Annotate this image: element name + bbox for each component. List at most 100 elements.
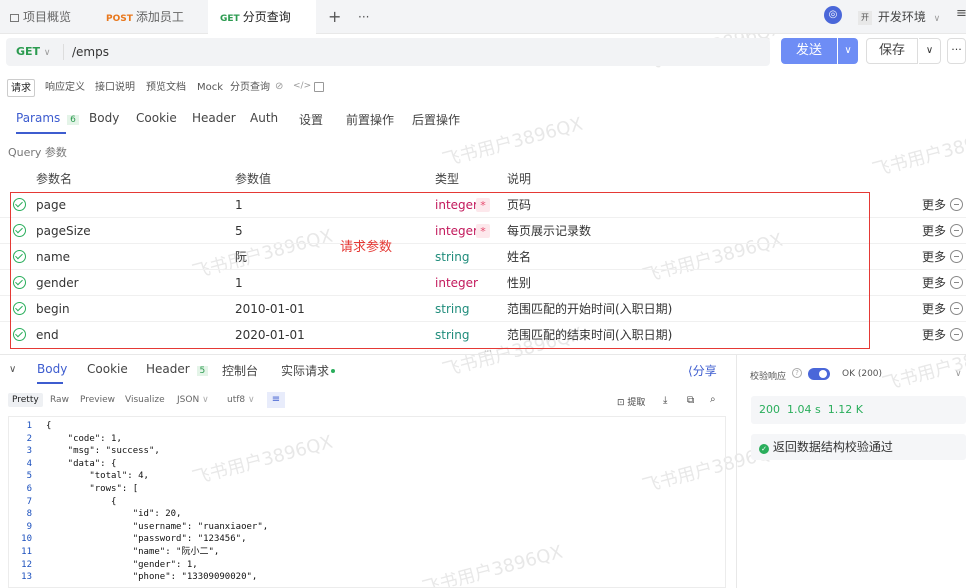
send-button[interactable]: 发送: [781, 38, 837, 64]
method-select[interactable]: GET ∨: [16, 38, 50, 67]
format-select[interactable]: JSON ∨: [177, 395, 209, 405]
download-icon[interactable]: ⤓: [663, 395, 667, 406]
share-button[interactable]: ⟨分享: [688, 362, 717, 379]
save-options-chevron-icon[interactable]: ∨: [919, 38, 941, 64]
extract-label: 提取: [627, 398, 646, 408]
response-time: 1.04 s: [787, 403, 821, 416]
tab-label: 添加员工: [135, 10, 184, 24]
env-label: 开发环境: [877, 10, 926, 24]
line-number: 9: [26, 521, 32, 532]
divider: [63, 44, 64, 60]
line-number: 2: [26, 433, 32, 444]
tab-post-processors[interactable]: 后置操作: [412, 111, 460, 133]
add-tab-icon[interactable]: +: [328, 0, 341, 34]
chevron-down-icon: ∨: [43, 48, 51, 58]
subtab-mock[interactable]: Mock: [194, 79, 226, 97]
tab-add-employee[interactable]: POST 添加员工: [106, 0, 184, 34]
line-number: 4: [26, 458, 32, 469]
panel-icon[interactable]: [314, 82, 324, 92]
format-raw[interactable]: Raw: [50, 395, 69, 405]
code-line: "msg": "success",: [46, 446, 160, 457]
tab-label: 分页查询: [242, 10, 291, 24]
more-link[interactable]: 更多: [922, 218, 946, 244]
more-link[interactable]: 更多: [922, 192, 946, 218]
tab-cookie[interactable]: Cookie: [136, 111, 177, 133]
watermark: 飞书用户3896QX: [440, 113, 585, 172]
code-line: "name": "阮小二",: [46, 546, 220, 557]
send-options-chevron-icon[interactable]: ∨: [838, 38, 858, 64]
link-icon[interactable]: ⊘: [275, 81, 283, 92]
tab-pre-processors[interactable]: 前置操作: [346, 111, 394, 133]
remove-circle-icon[interactable]: [950, 302, 963, 315]
line-number: 6: [26, 483, 32, 494]
copy-icon[interactable]: ⧉: [687, 395, 694, 406]
format-visualize[interactable]: Visualize: [125, 395, 165, 405]
response-tab-console[interactable]: 控制台: [222, 362, 258, 384]
line-number: 10: [21, 534, 32, 545]
tab-settings[interactable]: 设置: [299, 111, 323, 133]
chevron-down-icon[interactable]: ∨: [955, 369, 962, 379]
encoding-select[interactable]: utf8 ∨: [227, 395, 255, 405]
response-tab-body[interactable]: Body: [37, 362, 67, 384]
line-number: 12: [21, 559, 32, 570]
tab-body[interactable]: Body: [89, 111, 119, 133]
annotation-label: 请求参数: [340, 240, 393, 255]
line-number: 11: [21, 546, 32, 557]
remove-circle-icon[interactable]: [950, 328, 963, 341]
url-input[interactable]: /emps: [72, 38, 752, 66]
share-label: 分享: [692, 364, 717, 378]
response-stats: 200 1.04 s 1.12 K: [751, 396, 966, 424]
code-icon[interactable]: </>: [293, 81, 311, 91]
response-size: 1.12 K: [827, 403, 863, 416]
remove-circle-icon[interactable]: [950, 250, 963, 263]
more-options-icon[interactable]: ···: [947, 38, 966, 64]
active-tab-underline: [37, 382, 63, 384]
response-tab-cookie[interactable]: Cookie: [87, 362, 128, 384]
subtab-request[interactable]: 请求: [7, 79, 35, 97]
format-preview[interactable]: Preview: [80, 395, 115, 405]
success-check-icon: ✓: [759, 444, 769, 454]
menu-icon[interactable]: ≡: [956, 6, 966, 21]
tab-params[interactable]: Params 6: [16, 111, 79, 133]
tab-auth[interactable]: Auth: [250, 111, 278, 133]
remove-circle-icon[interactable]: [950, 224, 963, 237]
response-tab-actual-request[interactable]: 实际请求: [281, 362, 336, 384]
remove-circle-icon[interactable]: [950, 276, 963, 289]
format-pretty[interactable]: Pretty: [8, 393, 43, 407]
subtab-paged-query[interactable]: 分页查询: [227, 79, 273, 97]
more-link[interactable]: 更多: [922, 322, 946, 348]
collapse-chevron-icon[interactable]: ∨: [9, 364, 16, 375]
count-badge: 5: [196, 366, 209, 376]
response-tab-header[interactable]: Header 5: [146, 362, 209, 384]
extract-button[interactable]: ⊡ 提取: [617, 395, 645, 408]
line-number: 8: [26, 509, 32, 520]
more-link[interactable]: 更多: [922, 296, 946, 322]
subtab-api-desc[interactable]: 接口说明: [92, 79, 138, 97]
env-badge: 开: [858, 11, 872, 25]
column-header-value: 参数值: [235, 172, 272, 186]
save-button[interactable]: 保存: [866, 38, 918, 64]
status-select[interactable]: OK (200): [842, 369, 882, 379]
tab-label: Header: [146, 362, 190, 376]
code-line: "password": "123456",: [46, 534, 247, 545]
tab-project-overview[interactable]: 项目概览: [10, 0, 71, 34]
help-icon[interactable]: ?: [792, 368, 802, 378]
sync-icon[interactable]: ◎: [824, 6, 842, 24]
wrap-lines-icon[interactable]: ≡: [267, 392, 285, 408]
more-tabs-icon[interactable]: ···: [358, 0, 369, 34]
count-badge: 6: [67, 115, 79, 125]
environment-selector[interactable]: 开 开发环境 ∨: [858, 7, 940, 27]
subtab-response-def[interactable]: 响应定义: [42, 79, 88, 97]
tab-paged-query[interactable]: GET 分页查询: [208, 0, 316, 34]
project-icon: [10, 14, 19, 22]
more-link[interactable]: 更多: [922, 244, 946, 270]
search-icon[interactable]: ⌕: [710, 394, 716, 405]
code-line: "rows": [: [46, 483, 139, 494]
subtab-preview-doc[interactable]: 预览文档: [143, 79, 189, 97]
code-line: "total": 4,: [46, 471, 149, 482]
remove-circle-icon[interactable]: [950, 198, 963, 211]
more-link[interactable]: 更多: [922, 270, 946, 296]
status-code: 200: [759, 403, 780, 416]
tab-label: 项目概览: [23, 10, 72, 24]
tab-header[interactable]: Header: [192, 111, 236, 133]
